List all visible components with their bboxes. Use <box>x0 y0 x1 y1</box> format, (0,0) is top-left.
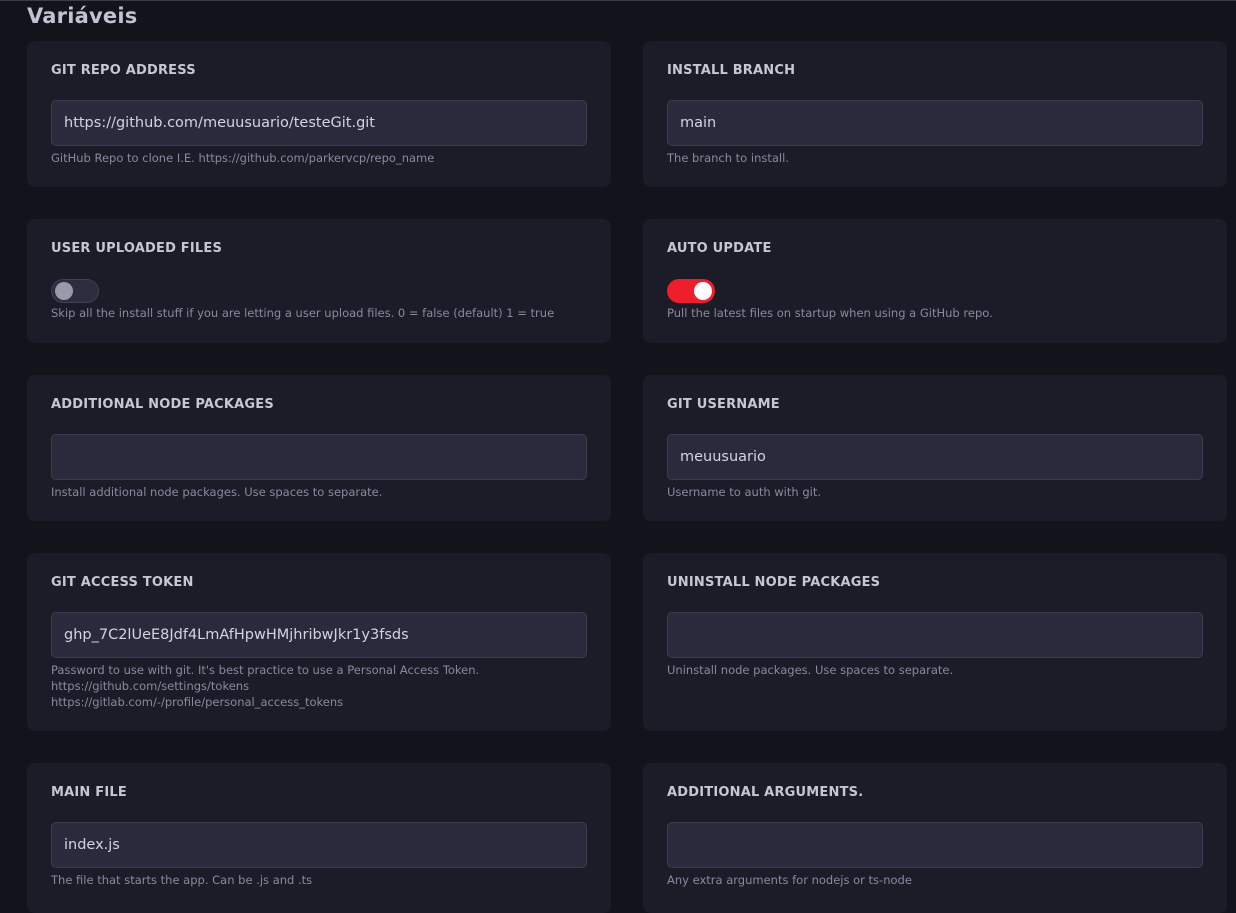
variable-description: The file that starts the app. Can be .js… <box>51 873 313 887</box>
variable-description: Pull the latest files on startup when us… <box>667 306 993 320</box>
variable-description: Install additional node packages. Use sp… <box>51 485 383 499</box>
variable-label: ADDITIONAL NODE PACKAGES <box>51 397 274 412</box>
variable-card-uninstall-node-packages: UNINSTALL NODE PACKAGES Uninstall node p… <box>643 553 1227 731</box>
variable-card-git-username: GIT USERNAME Username to auth with git. <box>643 375 1227 521</box>
gitlab-tokens-link: https://gitlab.com/-/profile/personal_ac… <box>51 695 344 709</box>
variable-card-main-file: MAIN FILE The file that starts the app. … <box>27 763 611 913</box>
variable-card-git-repo-address: GIT REPO ADDRESS GitHub Repo to clone I.… <box>27 41 611 187</box>
description-line: Password to use with git. It's best prac… <box>51 663 480 677</box>
variable-label: GIT USERNAME <box>667 397 780 412</box>
git-access-token-input[interactable] <box>51 612 587 658</box>
top-divider <box>0 0 1236 1</box>
variable-label: INSTALL BRANCH <box>667 63 796 78</box>
variable-card-additional-arguments: ADDITIONAL ARGUMENTS. Any extra argument… <box>643 763 1227 913</box>
variable-label: UNINSTALL NODE PACKAGES <box>667 575 881 590</box>
variable-description: Password to use with git. It's best prac… <box>51 662 611 710</box>
install-branch-input[interactable] <box>667 100 1203 146</box>
main-file-input[interactable] <box>51 822 587 868</box>
variable-label: USER UPLOADED FILES <box>51 241 223 256</box>
git-username-input[interactable] <box>667 434 1203 480</box>
page-title: Variáveis <box>27 4 138 28</box>
github-tokens-link: https://github.com/settings/tokens <box>51 679 250 693</box>
additional-arguments-input[interactable] <box>667 822 1203 868</box>
variable-card-auto-update: AUTO UPDATE Pull the latest files on sta… <box>643 219 1227 343</box>
variable-description: Any extra arguments for nodejs or ts-nod… <box>667 873 912 887</box>
toggle-knob <box>694 282 712 300</box>
variable-description: Skip all the install stuff if you are le… <box>51 306 555 320</box>
variable-label: GIT ACCESS TOKEN <box>51 575 194 590</box>
variable-description: Username to auth with git. <box>667 485 821 499</box>
variable-card-additional-node-packages: ADDITIONAL NODE PACKAGES Install additio… <box>27 375 611 521</box>
variable-label: GIT REPO ADDRESS <box>51 63 196 78</box>
variable-label: MAIN FILE <box>51 785 127 800</box>
variable-description: The branch to install. <box>667 151 789 165</box>
variable-label: ADDITIONAL ARGUMENTS. <box>667 785 864 800</box>
variable-description: GitHub Repo to clone I.E. https://github… <box>51 151 435 165</box>
auto-update-toggle[interactable] <box>667 279 715 303</box>
variable-card-user-uploaded-files: USER UPLOADED FILES Skip all the install… <box>27 219 611 343</box>
user-uploaded-files-toggle[interactable] <box>51 279 99 303</box>
variable-label: AUTO UPDATE <box>667 241 772 256</box>
toggle-knob <box>55 282 73 300</box>
variable-description: Uninstall node packages. Use spaces to s… <box>667 663 954 677</box>
git-repo-address-input[interactable] <box>51 100 587 146</box>
variable-card-git-access-token: GIT ACCESS TOKEN Password to use with gi… <box>27 553 611 731</box>
uninstall-node-packages-input[interactable] <box>667 612 1203 658</box>
variable-card-install-branch: INSTALL BRANCH The branch to install. <box>643 41 1227 187</box>
additional-node-packages-input[interactable] <box>51 434 587 480</box>
